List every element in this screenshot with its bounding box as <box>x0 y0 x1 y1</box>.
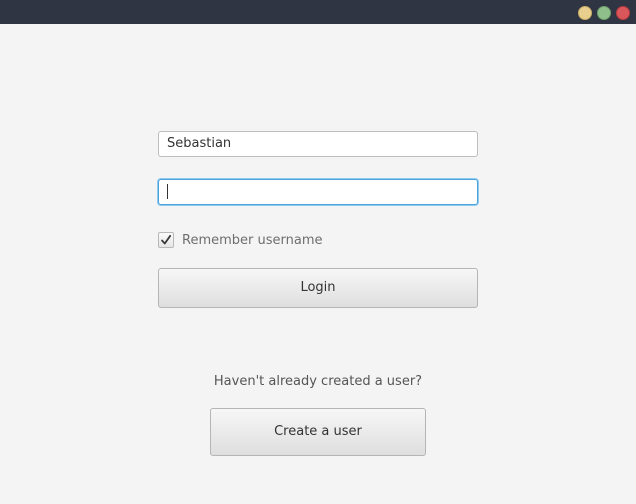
maximize-button[interactable] <box>597 6 611 20</box>
create-user-hint: Haven't already created a user? <box>213 374 423 389</box>
close-button[interactable] <box>616 6 630 20</box>
remember-username-label: Remember username <box>182 232 323 248</box>
minimize-button[interactable] <box>578 6 592 20</box>
remember-username-checkbox[interactable] <box>158 232 174 248</box>
login-form: Sebastian Remember username Login Haven'… <box>0 24 636 504</box>
window-titlebar <box>0 0 636 24</box>
create-user-button[interactable]: Create a user <box>210 408 426 456</box>
login-button[interactable]: Login <box>158 268 478 308</box>
username-value: Sebastian <box>167 136 232 151</box>
password-input[interactable] <box>158 179 478 205</box>
text-caret <box>167 184 168 199</box>
checkmark-icon <box>161 234 172 245</box>
remember-username-row[interactable]: Remember username <box>158 231 323 249</box>
username-input[interactable]: Sebastian <box>158 131 478 157</box>
